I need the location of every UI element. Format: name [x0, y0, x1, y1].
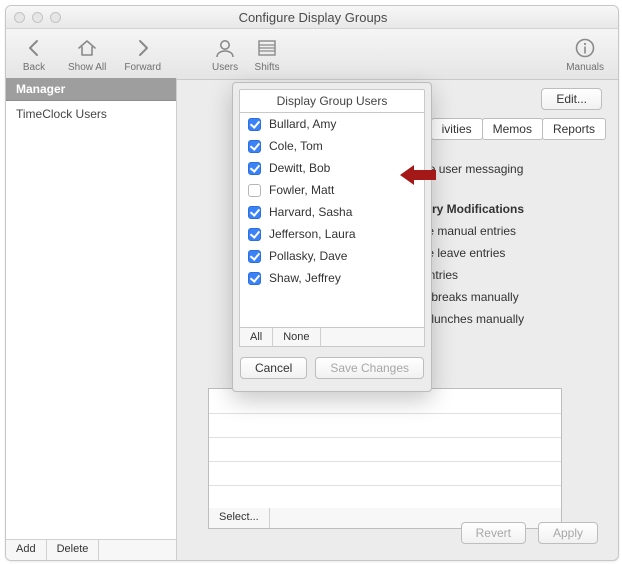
user-name: Jefferson, Laura: [269, 227, 356, 241]
user-name: Shaw, Jeffrey: [269, 271, 341, 285]
zoom-icon[interactable]: [50, 12, 61, 23]
dialog-toolbar: All None: [239, 328, 425, 347]
checkbox[interactable]: [248, 228, 261, 241]
user-icon: [212, 36, 238, 60]
user-name: Harvard, Sasha: [269, 205, 352, 219]
user-name: Fowler, Matt: [269, 183, 334, 197]
none-button[interactable]: None: [273, 328, 320, 346]
sidebar-footer: Add Delete: [6, 539, 176, 560]
list-box: [208, 388, 562, 510]
list-item: Shaw, Jeffrey: [240, 267, 424, 289]
toolbar-manuals[interactable]: Manuals: [566, 36, 604, 73]
dialog-title: Display Group Users: [239, 89, 425, 112]
chevron-left-icon: [21, 36, 47, 60]
tab-memos[interactable]: Memos: [482, 118, 543, 140]
apply-button[interactable]: Apply: [538, 522, 598, 544]
sidebar-header: Manager: [6, 78, 176, 101]
minimize-icon[interactable]: [32, 12, 43, 23]
revert-button[interactable]: Revert: [461, 522, 526, 544]
titlebar[interactable]: Configure Display Groups: [6, 6, 618, 29]
sidebar-item-timeclock-users[interactable]: TimeClock Users: [6, 101, 176, 127]
chevron-right-icon: [130, 36, 156, 60]
list-item: Harvard, Sasha: [240, 201, 424, 223]
list-item: Jefferson, Laura: [240, 223, 424, 245]
user-name: Cole, Tom: [269, 139, 323, 153]
save-changes-button[interactable]: Save Changes: [315, 357, 424, 379]
checkbox[interactable]: [248, 140, 261, 153]
checkbox[interactable]: [248, 250, 261, 263]
toolbar: Back Show All Forward Users Shifts: [6, 29, 618, 80]
delete-button[interactable]: Delete: [47, 540, 100, 560]
dialog-user-list[interactable]: Bullard, Amy Cole, Tom Dewitt, Bob Fowle…: [239, 112, 425, 328]
toolbar-forward[interactable]: Forward: [124, 36, 161, 73]
traffic-lights: [14, 12, 61, 23]
home-icon: [74, 36, 100, 60]
user-name: Pollasky, Dave: [269, 249, 347, 263]
list-icon: [254, 36, 280, 60]
window-title: Configure Display Groups: [61, 10, 565, 25]
toolbar-users[interactable]: Users: [209, 36, 241, 73]
add-button[interactable]: Add: [6, 540, 47, 560]
checkbox[interactable]: [248, 162, 261, 175]
close-icon[interactable]: [14, 12, 25, 23]
checkbox[interactable]: [248, 206, 261, 219]
checkbox[interactable]: [248, 272, 261, 285]
checkbox[interactable]: [248, 118, 261, 131]
toolbar-show-all[interactable]: Show All: [68, 36, 106, 73]
user-name: Dewitt, Bob: [269, 161, 330, 175]
arrow-callout-icon: [400, 165, 436, 185]
select-button[interactable]: Select...: [209, 508, 270, 528]
list-item: Bullard, Amy: [240, 113, 424, 135]
tabs: ivities Memos Reports: [432, 118, 606, 140]
all-button[interactable]: All: [240, 328, 273, 346]
list-item: Pollasky, Dave: [240, 245, 424, 267]
list-item: Cole, Tom: [240, 135, 424, 157]
tab-reports[interactable]: Reports: [542, 118, 606, 140]
tab-activities[interactable]: ivities: [431, 118, 483, 140]
cancel-button[interactable]: Cancel: [240, 357, 307, 379]
sidebar: Manager TimeClock Users Add Delete: [6, 78, 177, 560]
dialog: Display Group Users Bullard, Amy Cole, T…: [232, 82, 432, 392]
list-item: Fowler, Matt: [240, 179, 424, 201]
list-item: Dewitt, Bob: [240, 157, 424, 179]
user-name: Bullard, Amy: [269, 117, 336, 131]
toolbar-shifts[interactable]: Shifts: [251, 36, 283, 73]
info-icon: [572, 36, 598, 60]
toolbar-back[interactable]: Back: [18, 36, 50, 73]
edit-button[interactable]: Edit...: [541, 88, 602, 110]
checkbox[interactable]: [248, 184, 261, 197]
